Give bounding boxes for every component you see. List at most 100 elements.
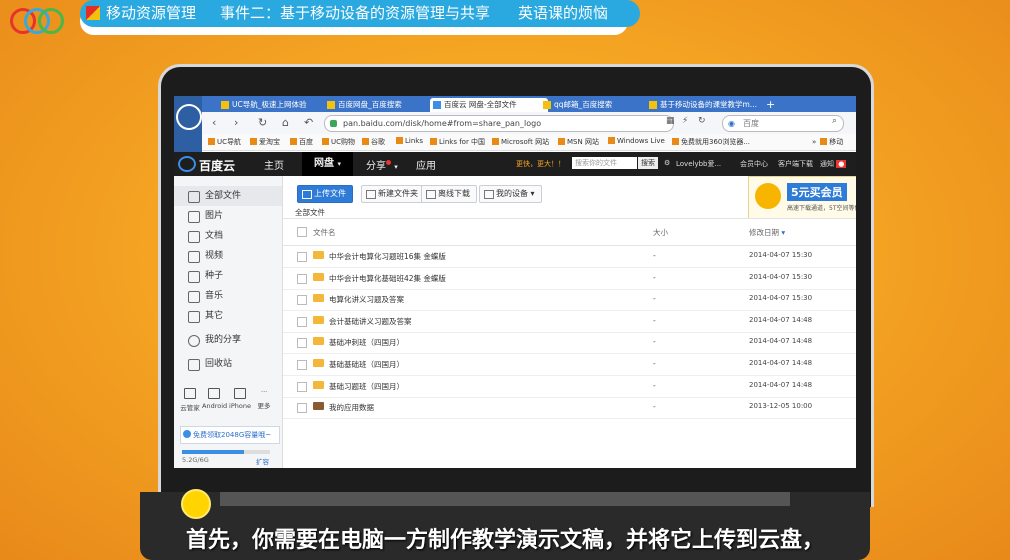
row-checkbox[interactable] xyxy=(297,273,307,284)
device-cloud-manager[interactable]: 云管家 xyxy=(178,388,202,412)
table-row[interactable]: 我的应用数据 - 2013-12-05 10:00 xyxy=(283,397,856,420)
table-row[interactable]: 基础冲刺班（四国月） - 2014-04-07 14:48 xyxy=(283,332,856,355)
file-name[interactable]: 中华会计电算化习题班16集 金蝶版 xyxy=(329,251,446,262)
offline-download-button[interactable]: 离线下载 xyxy=(421,185,477,203)
row-checkbox[interactable] xyxy=(297,360,307,370)
sidebar-item-other[interactable]: 其它 xyxy=(174,306,282,326)
vip-banner[interactable]: 5元买会员 高速下载通道，5T空间等你 xyxy=(748,176,856,220)
quota-bar xyxy=(182,450,270,454)
settings-icon[interactable]: ⚙ xyxy=(664,159,670,167)
row-checkbox[interactable] xyxy=(297,338,307,349)
file-name[interactable]: 基础习题班（四国月） xyxy=(329,381,404,392)
promo-text[interactable]: 更快，更大！！ xyxy=(516,159,565,169)
bookmark-360[interactable]: 免费就用360浏览器... xyxy=(672,137,750,147)
menu-netdisk[interactable]: 网盘 ▾ xyxy=(302,152,353,176)
file-date: 2014-04-07 14:48 xyxy=(749,315,813,324)
sidebar-item-documents[interactable]: 文档 xyxy=(174,226,282,246)
home-icon[interactable]: ⌂ xyxy=(282,116,289,129)
breadcrumb[interactable]: 全部文件 xyxy=(295,207,325,218)
tab-uc-nav[interactable]: UC导航_极速上网体验 xyxy=(218,98,332,112)
file-name[interactable]: 基础基础班（四国月） xyxy=(329,359,404,370)
table-row[interactable]: 会计基础讲义习题及答案 - 2014-04-07 14:48 xyxy=(283,311,856,333)
file-size: - xyxy=(653,315,656,325)
forward-icon[interactable]: › xyxy=(234,116,238,129)
browser-search-input[interactable]: ◉ 百度 xyxy=(722,115,844,132)
bookmark-baidu[interactable]: 百度 xyxy=(290,137,313,147)
table-row[interactable]: 中华会计电算化基础班42集 金蝶版 - 2014-04-07 15:30 xyxy=(283,268,856,290)
tab-favicon-icon xyxy=(433,101,441,109)
bookmark-windows-live[interactable]: Windows Live xyxy=(608,137,665,145)
sidebar-item-torrents[interactable]: 种子 xyxy=(174,266,282,286)
device-android[interactable]: Android xyxy=(202,388,227,410)
device-label: iPhone xyxy=(229,402,251,410)
bookmark-links[interactable]: Links xyxy=(396,137,423,145)
row-checkbox[interactable] xyxy=(297,316,307,327)
bookmark-icon xyxy=(820,138,828,145)
select-all-checkbox[interactable] xyxy=(297,227,307,237)
bookmark-uc-nav[interactable]: UC导航 xyxy=(208,137,241,147)
table-row[interactable]: 中华会计电算化习题班16集 金蝶版 - 2014-04-07 15:30 xyxy=(283,246,856,268)
file-name[interactable]: 我的应用数据 xyxy=(329,402,374,413)
bookmark-taobao[interactable]: 爱淘宝 xyxy=(250,137,280,147)
table-row[interactable]: 电算化讲义习题及答案 - 2014-04-07 15:30 xyxy=(283,289,856,312)
new-tab-button[interactable]: + xyxy=(766,98,780,112)
sidebar-item-all-files[interactable]: 全部文件 xyxy=(174,186,282,206)
file-name[interactable]: 中华会计电算化基础班42集 金蝶版 xyxy=(329,273,446,284)
upload-button[interactable]: 上传文件 xyxy=(297,185,353,203)
row-checkbox[interactable] xyxy=(297,381,307,392)
client-download-link[interactable]: 客户端下载 xyxy=(778,159,813,169)
page-grid-icon[interactable]: ▦ xyxy=(666,116,675,126)
free-space-offer[interactable]: 免费领取2048G容量哦~ xyxy=(180,426,280,444)
row-checkbox[interactable] xyxy=(297,295,307,306)
bookmark-google[interactable]: 谷歌 xyxy=(362,137,385,147)
sidebar-item-images[interactable]: 图片 xyxy=(174,206,282,226)
bookmark-msn[interactable]: MSN 网站 xyxy=(558,137,599,147)
col-size[interactable]: 大小 xyxy=(653,227,668,238)
file-name[interactable]: 电算化讲义习题及答案 xyxy=(329,294,404,305)
bookmark-microsoft[interactable]: Microsoft 网站 xyxy=(492,137,549,147)
row-checkbox[interactable] xyxy=(297,252,307,262)
member-center-link[interactable]: 会员中心 xyxy=(740,159,768,169)
file-name[interactable]: 会计基础讲义习题及答案 xyxy=(329,316,412,327)
search-icon[interactable]: ⌕ xyxy=(832,116,837,126)
menu-apps[interactable]: 应用 xyxy=(416,157,436,172)
expand-link[interactable]: 扩容 xyxy=(256,456,269,466)
file-search-input[interactable]: 搜索你的文件 xyxy=(572,157,637,169)
device-iphone[interactable]: iPhone xyxy=(228,388,252,410)
lightning-icon[interactable]: ⚡ xyxy=(682,116,688,126)
col-date[interactable]: 修改日期 ▾ xyxy=(749,227,785,238)
bookmark-mobile[interactable]: » 移动 xyxy=(812,137,843,147)
my-devices-button[interactable]: 我的设备 ▾ xyxy=(479,185,542,203)
tab-label: 百度云 网盘-全部文件 xyxy=(444,100,517,109)
table-row[interactable]: 基础基础班（四国月） - 2014-04-07 14:48 xyxy=(283,354,856,376)
file-name[interactable]: 基础冲刺班（四国月） xyxy=(329,337,404,348)
refresh-small-icon[interactable]: ↻ xyxy=(698,116,706,126)
bookmark-links-china[interactable]: Links for 中国 xyxy=(430,137,485,147)
sidebar-item-my-shares[interactable]: 我的分享 xyxy=(174,330,282,350)
menu-home[interactable]: 主页 xyxy=(264,157,284,172)
undo-icon[interactable]: ↶ xyxy=(304,116,313,129)
sidebar-item-recycle-bin[interactable]: 回收站 xyxy=(174,354,282,374)
row-checkbox[interactable] xyxy=(297,403,307,414)
tab-baidu-search[interactable]: 百度网盘_百度搜索 xyxy=(324,98,438,112)
notifications-link[interactable]: 通知 ● xyxy=(820,159,847,169)
sidebar-item-music[interactable]: 音乐 xyxy=(174,286,282,306)
tab-qq-mail[interactable]: qq邮箱_百度搜索 xyxy=(540,98,654,112)
col-name[interactable]: 文件名 xyxy=(313,227,336,238)
sidebar-item-videos[interactable]: 视频 xyxy=(174,246,282,266)
android-icon xyxy=(208,388,220,399)
table-row[interactable]: 基础习题班（四国月） - 2014-04-07 14:48 xyxy=(283,376,856,398)
tab-baidu-pan[interactable]: 百度云 网盘-全部文件 xyxy=(430,98,548,112)
bookmark-uc-shopping[interactable]: UC购物 xyxy=(322,137,355,147)
device-more[interactable]: ··· 更多 xyxy=(252,388,276,410)
refresh-icon[interactable]: ↻ xyxy=(258,116,267,129)
uc-avatar[interactable] xyxy=(174,96,202,154)
file-search-button[interactable]: 搜索 xyxy=(638,157,658,169)
new-folder-button[interactable]: 新建文件夹 xyxy=(361,185,425,203)
back-icon[interactable]: ‹ xyxy=(212,116,216,129)
baidu-cloud-logo[interactable]: 百度云 xyxy=(178,156,235,174)
address-bar[interactable]: pan.baidu.com/disk/home#from=share_pan_l… xyxy=(324,115,674,132)
menu-share[interactable]: 分享 ▾ xyxy=(366,157,398,172)
user-menu[interactable]: Lovelybb爱... xyxy=(676,159,721,169)
tab-mobile-teaching[interactable]: 基于移动设备的课堂教学m... xyxy=(646,98,772,112)
